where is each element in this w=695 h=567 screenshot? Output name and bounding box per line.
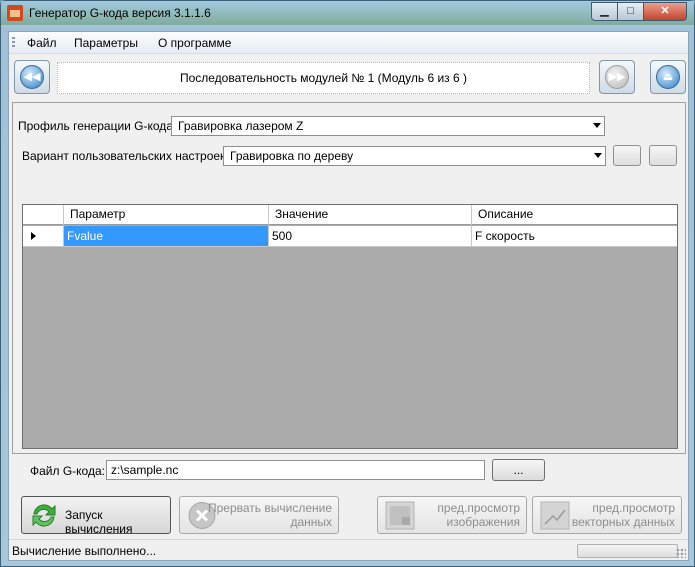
column-header-value[interactable]: Значение — [268, 205, 471, 225]
grid-header: Параметр Значение Описание — [23, 205, 677, 225]
profile-select-value: Гравировка лазером Z — [178, 119, 304, 133]
main-window: Генератор G-кода версия 3.1.1.6 ▁ □ ✕ Фа… — [0, 0, 695, 567]
minimize-button[interactable]: ▁ — [591, 2, 618, 21]
gcode-file-label: Файл G-кода: — [30, 464, 105, 478]
preview-vector-button[interactable]: пред.просмотр векторных данных — [532, 496, 682, 534]
preview-vector-line-2: векторных данных — [571, 515, 675, 529]
menu-about[interactable]: О программе — [158, 36, 231, 50]
eject-button[interactable]: ⏏ — [650, 60, 686, 94]
module-settings-panel: Профиль генерации G-кода: Гравировка лаз… — [12, 102, 686, 454]
refresh-icon — [32, 504, 56, 527]
vector-preview-icon — [540, 501, 570, 530]
column-header-parameter[interactable]: Параметр — [63, 205, 268, 225]
abort-calculation-button[interactable]: Прервать вычисление данных — [179, 496, 339, 534]
profile-label: Профиль генерации G-кода: — [18, 119, 177, 133]
column-header-description[interactable]: Описание — [471, 205, 677, 225]
preview-vector-line-1: пред.просмотр — [592, 501, 675, 515]
abort-calculation-label: Прервать вычисление данных — [208, 501, 332, 529]
variant-select[interactable]: Гравировка по дереву — [223, 146, 606, 166]
menu-file[interactable]: Файл — [27, 36, 57, 50]
cell-parameter[interactable]: Fvalue — [63, 226, 268, 247]
variant-save-button[interactable] — [613, 145, 641, 166]
previous-module-button[interactable]: ◀◀ — [14, 60, 50, 94]
status-text: Вычисление выполнено... — [12, 544, 157, 558]
maximize-button[interactable]: □ — [617, 2, 644, 21]
fast-forward-icon: ▶▶ — [605, 65, 629, 89]
cell-value[interactable]: 500 — [268, 226, 471, 247]
cell-description[interactable]: F скорость — [471, 226, 677, 247]
chevron-down-icon — [594, 153, 602, 158]
variant-select-value: Гравировка по дереву — [230, 149, 354, 163]
next-module-button[interactable]: ▶▶ — [599, 60, 635, 94]
status-bar: Вычисление выполнено... — [9, 539, 688, 560]
menu-parameters[interactable]: Параметры — [74, 36, 138, 50]
menu-grip-icon — [12, 37, 15, 49]
preview-image-line-2: изображения — [446, 515, 521, 529]
preview-vector-label: пред.просмотр векторных данных — [572, 501, 675, 529]
row-pointer-icon — [23, 226, 63, 247]
rewind-icon: ◀◀ — [20, 65, 44, 89]
preview-image-line-1: пред.просмотр — [437, 501, 520, 515]
app-icon — [7, 5, 23, 21]
gcode-file-input[interactable]: z:\sample.nc — [106, 460, 485, 480]
chevron-down-icon — [593, 123, 601, 128]
run-calculation-label: Запуск вычисления — [65, 508, 133, 536]
title-bar[interactable]: Генератор G-кода версия 3.1.1.6 ▁ □ ✕ — [1, 1, 694, 25]
module-sequence-label: Последовательность модулей № 1 (Модуль 6… — [57, 62, 590, 94]
abort-line-1: Прервать вычисление — [207, 501, 332, 515]
client-area: Файл Параметры О программе ◀◀ Последоват… — [8, 31, 689, 561]
resize-grip-icon[interactable] — [676, 548, 686, 558]
abort-line-2: данных — [290, 515, 332, 529]
parameters-grid[interactable]: Параметр Значение Описание Fvalue 500 F … — [22, 204, 678, 449]
progress-bar — [577, 544, 678, 558]
run-calculation-button[interactable]: Запуск вычисления — [21, 496, 171, 536]
browse-button[interactable]: ... — [492, 459, 545, 481]
preview-image-button[interactable]: пред.просмотр изображения — [377, 496, 527, 534]
close-button[interactable]: ✕ — [643, 2, 687, 21]
window-title: Генератор G-кода версия 3.1.1.6 — [29, 6, 211, 20]
preview-image-label: пред.просмотр изображения — [437, 501, 520, 529]
table-row[interactable]: Fvalue 500 F скорость — [23, 226, 677, 247]
image-preview-icon — [385, 501, 415, 530]
variant-label: Вариант пользовательских настроек: — [22, 149, 229, 163]
menu-bar: Файл Параметры О программе — [9, 32, 688, 54]
eject-icon: ⏏ — [656, 65, 680, 89]
profile-select[interactable]: Гравировка лазером Z — [171, 116, 605, 136]
variant-delete-button[interactable] — [649, 145, 677, 166]
